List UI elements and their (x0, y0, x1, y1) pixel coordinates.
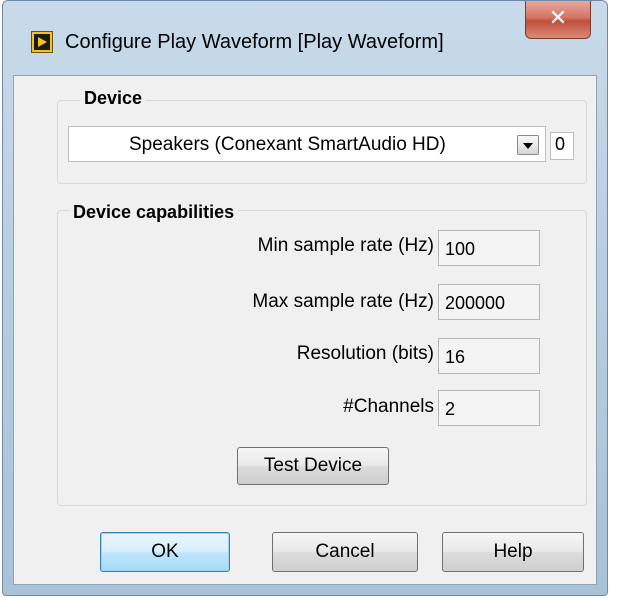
close-button[interactable]: ✕ (525, 1, 591, 39)
labview-vi-icon (31, 31, 53, 53)
capabilities-group-label: Device capabilities (69, 202, 239, 223)
resolution-label: Resolution (bits) (296, 343, 434, 364)
device-group-label: Device (80, 88, 147, 109)
device-select[interactable]: Speakers (Conexant SmartAudio HD) (68, 126, 546, 162)
test-device-button[interactable]: Test Device (237, 447, 389, 485)
device-select-value: Speakers (Conexant SmartAudio HD) (129, 134, 446, 155)
window-title: Configure Play Waveform [Play Waveform] (65, 31, 444, 53)
resolution-field: 16 (438, 338, 540, 374)
dialog-window: Configure Play Waveform [Play Waveform] … (2, 0, 608, 596)
max-sample-rate-field: 200000 (438, 284, 540, 320)
close-icon: ✕ (548, 5, 568, 30)
device-index-field[interactable]: 0 (550, 132, 574, 160)
channels-field: 2 (438, 390, 540, 426)
dialog-client-area: Device Speakers (Conexant SmartAudio HD)… (13, 75, 597, 585)
chevron-down-icon[interactable] (517, 135, 539, 155)
title-bar[interactable]: Configure Play Waveform [Play Waveform] … (3, 1, 607, 75)
cancel-button[interactable]: Cancel (272, 532, 418, 572)
max-sample-rate-label: Max sample rate (Hz) (252, 291, 434, 312)
channels-label: #Channels (343, 396, 434, 417)
help-button[interactable]: Help (442, 532, 584, 572)
ok-button[interactable]: OK (100, 532, 230, 572)
min-sample-rate-field: 100 (438, 230, 540, 266)
min-sample-rate-label: Min sample rate (Hz) (257, 235, 434, 256)
